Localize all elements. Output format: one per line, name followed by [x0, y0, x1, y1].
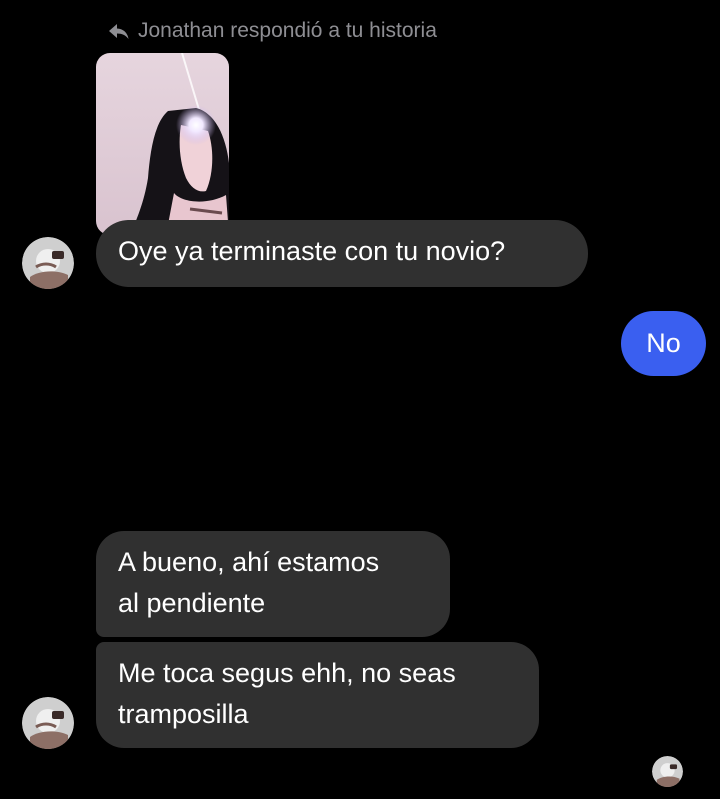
message-bubble-outgoing[interactable]: No — [621, 311, 706, 376]
contact-avatar[interactable] — [22, 237, 74, 289]
message-text: Oye ya terminaste con tu novio? — [118, 236, 506, 266]
message-bubble-incoming[interactable]: Oye ya terminaste con tu novio? — [96, 220, 588, 287]
message-text-line: al pendiente — [118, 588, 266, 618]
message-text-line: A bueno, ahí estamos — [118, 547, 380, 577]
message-bubble-incoming[interactable]: Me toca segus ehh, no seas tramposilla — [96, 642, 539, 748]
message-text-line: Me toca segus ehh, no seas — [118, 658, 456, 688]
contact-avatar[interactable] — [22, 697, 74, 749]
seen-receipt-avatar — [652, 756, 683, 787]
story-thumbnail[interactable] — [96, 53, 229, 235]
message-text: No — [646, 328, 681, 358]
message-text-line: tramposilla — [118, 699, 249, 729]
reply-arrow-icon — [108, 22, 130, 40]
story-reply-header: Jonathan respondió a tu historia — [108, 16, 437, 46]
message-bubble-incoming[interactable]: A bueno, ahí estamos al pendiente — [96, 531, 450, 637]
reply-header-text: Jonathan respondió a tu historia — [138, 19, 437, 42]
